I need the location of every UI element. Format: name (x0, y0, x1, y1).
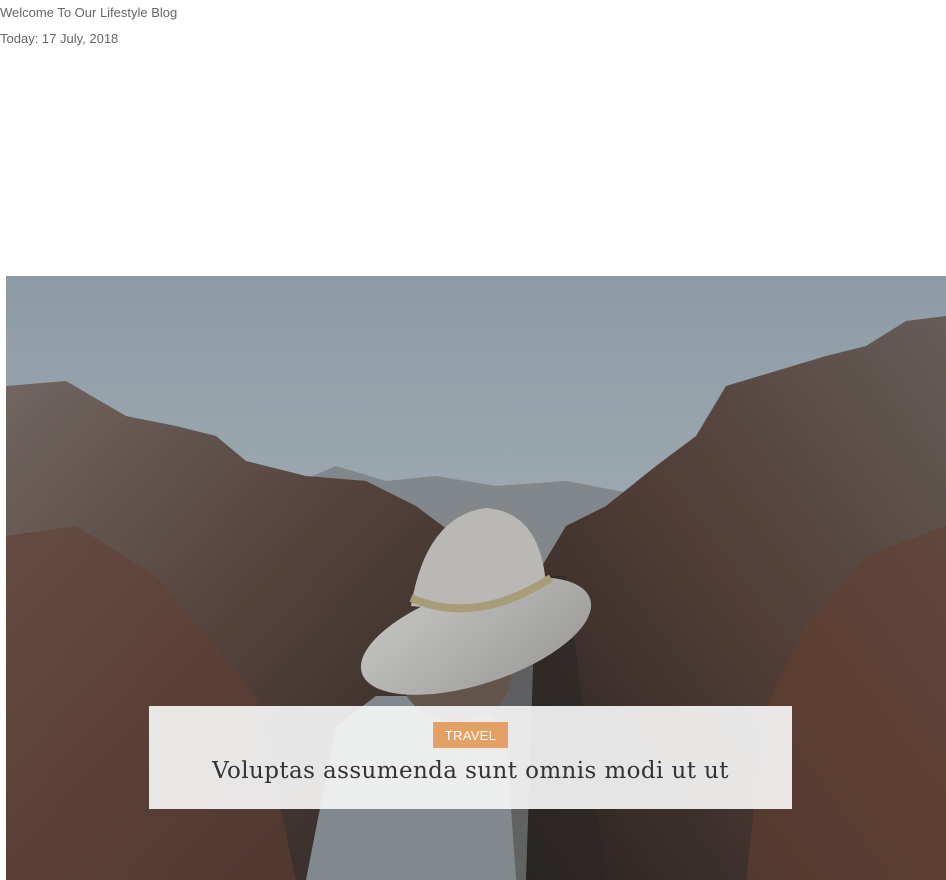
featured-post-caption: TRAVEL Voluptas assumenda sunt omnis mod… (149, 706, 792, 809)
today-date: Today: 17 July, 2018 (0, 31, 119, 46)
category-tag[interactable]: TRAVEL (433, 722, 508, 748)
post-title[interactable]: Voluptas assumenda sunt omnis modi ut ut (149, 758, 792, 784)
welcome-text: Welcome To Our Lifestyle Blog (0, 5, 178, 20)
